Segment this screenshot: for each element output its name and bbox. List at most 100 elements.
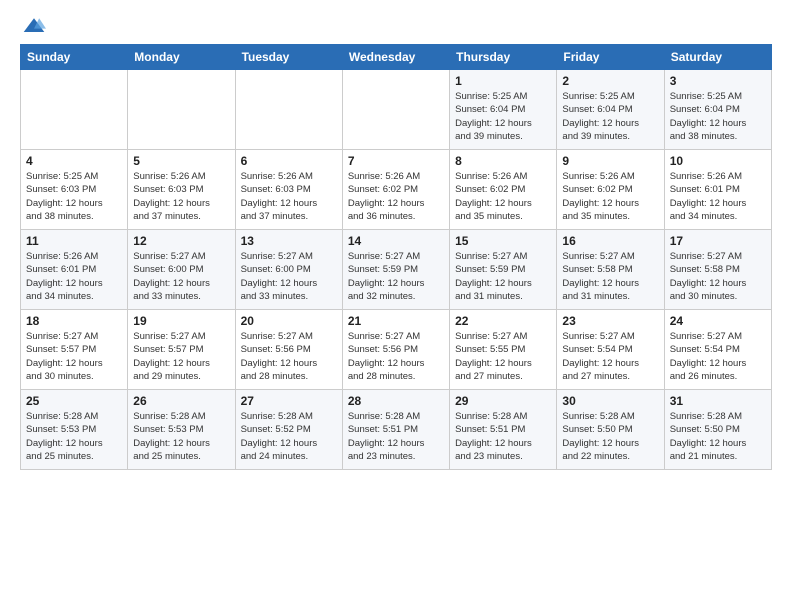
page-header <box>20 16 772 36</box>
calendar-cell: 16 Sunrise: 5:27 AM Sunset: 5:58 PM Dayli… <box>557 230 664 310</box>
calendar-cell: 3 Sunrise: 5:25 AM Sunset: 6:04 PM Daylig… <box>664 70 771 150</box>
day-info: Sunrise: 5:25 AM Sunset: 6:04 PM Dayligh… <box>562 90 658 143</box>
day-number: 17 <box>670 234 766 248</box>
day-info: Sunrise: 5:26 AM Sunset: 6:02 PM Dayligh… <box>455 170 551 223</box>
day-number: 21 <box>348 314 444 328</box>
day-number: 15 <box>455 234 551 248</box>
day-number: 7 <box>348 154 444 168</box>
calendar-week-4: 18 Sunrise: 5:27 AM Sunset: 5:57 PM Dayli… <box>21 310 772 390</box>
day-number: 30 <box>562 394 658 408</box>
column-header-thursday: Thursday <box>450 45 557 70</box>
day-info: Sunrise: 5:27 AM Sunset: 5:56 PM Dayligh… <box>348 330 444 383</box>
calendar-cell: 4 Sunrise: 5:25 AM Sunset: 6:03 PM Daylig… <box>21 150 128 230</box>
calendar-cell <box>128 70 235 150</box>
calendar-cell: 28 Sunrise: 5:28 AM Sunset: 5:51 PM Dayli… <box>342 390 449 470</box>
day-number: 8 <box>455 154 551 168</box>
day-info: Sunrise: 5:27 AM Sunset: 5:59 PM Dayligh… <box>348 250 444 303</box>
day-info: Sunrise: 5:25 AM Sunset: 6:04 PM Dayligh… <box>670 90 766 143</box>
day-info: Sunrise: 5:27 AM Sunset: 6:00 PM Dayligh… <box>241 250 337 303</box>
day-info: Sunrise: 5:28 AM Sunset: 5:51 PM Dayligh… <box>455 410 551 463</box>
calendar-cell: 12 Sunrise: 5:27 AM Sunset: 6:00 PM Dayli… <box>128 230 235 310</box>
day-number: 2 <box>562 74 658 88</box>
calendar-cell: 20Sunrise: 5:27 AM Sunset: 5:56 PM Dayli… <box>235 310 342 390</box>
calendar-cell: 18 Sunrise: 5:27 AM Sunset: 5:57 PM Dayli… <box>21 310 128 390</box>
day-number: 25 <box>26 394 122 408</box>
calendar-cell <box>342 70 449 150</box>
calendar-cell: 21 Sunrise: 5:27 AM Sunset: 5:56 PM Dayli… <box>342 310 449 390</box>
day-number: 9 <box>562 154 658 168</box>
day-number: 4 <box>26 154 122 168</box>
day-number: 22 <box>455 314 551 328</box>
day-number: 18 <box>26 314 122 328</box>
day-number: 14 <box>348 234 444 248</box>
calendar-cell: 8 Sunrise: 5:26 AM Sunset: 6:02 PM Daylig… <box>450 150 557 230</box>
day-number: 23 <box>562 314 658 328</box>
column-header-friday: Friday <box>557 45 664 70</box>
day-info: Sunrise: 5:28 AM Sunset: 5:51 PM Dayligh… <box>348 410 444 463</box>
day-number: 29 <box>455 394 551 408</box>
column-header-monday: Monday <box>128 45 235 70</box>
day-info: Sunrise: 5:25 AM Sunset: 6:04 PM Dayligh… <box>455 90 551 143</box>
day-number: 3 <box>670 74 766 88</box>
calendar-cell: 1 Sunrise: 5:25 AM Sunset: 6:04 PM Daylig… <box>450 70 557 150</box>
calendar-cell: 5 Sunrise: 5:26 AM Sunset: 6:03 PM Daylig… <box>128 150 235 230</box>
day-number: 10 <box>670 154 766 168</box>
day-info: Sunrise: 5:28 AM Sunset: 5:53 PM Dayligh… <box>26 410 122 463</box>
calendar-cell: 14 Sunrise: 5:27 AM Sunset: 5:59 PM Dayli… <box>342 230 449 310</box>
day-number: 6 <box>241 154 337 168</box>
day-info: Sunrise: 5:28 AM Sunset: 5:50 PM Dayligh… <box>562 410 658 463</box>
day-number: 12 <box>133 234 229 248</box>
calendar-header-row: SundayMondayTuesdayWednesdayThursdayFrid… <box>21 45 772 70</box>
calendar-cell: 13 Sunrise: 5:27 AM Sunset: 6:00 PM Dayli… <box>235 230 342 310</box>
day-number: 19 <box>133 314 229 328</box>
calendar-week-1: 1 Sunrise: 5:25 AM Sunset: 6:04 PM Daylig… <box>21 70 772 150</box>
day-info: Sunrise: 5:28 AM Sunset: 5:52 PM Dayligh… <box>241 410 337 463</box>
day-number: 16 <box>562 234 658 248</box>
day-info: Sunrise: 5:26 AM Sunset: 6:01 PM Dayligh… <box>670 170 766 223</box>
calendar-cell: 19Sunrise: 5:27 AM Sunset: 5:57 PM Dayli… <box>128 310 235 390</box>
day-info: Sunrise: 5:27 AM Sunset: 5:55 PM Dayligh… <box>455 330 551 383</box>
calendar-cell: 7Sunrise: 5:26 AM Sunset: 6:02 PM Daylig… <box>342 150 449 230</box>
day-info: Sunrise: 5:27 AM Sunset: 5:56 PM Dayligh… <box>241 330 337 383</box>
day-number: 11 <box>26 234 122 248</box>
calendar-cell: 30 Sunrise: 5:28 AM Sunset: 5:50 PM Dayli… <box>557 390 664 470</box>
calendar-week-3: 11 Sunrise: 5:26 AM Sunset: 6:01 PM Dayli… <box>21 230 772 310</box>
day-info: Sunrise: 5:26 AM Sunset: 6:03 PM Dayligh… <box>241 170 337 223</box>
day-info: Sunrise: 5:27 AM Sunset: 5:54 PM Dayligh… <box>562 330 658 383</box>
day-number: 28 <box>348 394 444 408</box>
calendar-cell: 25 Sunrise: 5:28 AM Sunset: 5:53 PM Dayli… <box>21 390 128 470</box>
day-info: Sunrise: 5:27 AM Sunset: 5:54 PM Dayligh… <box>670 330 766 383</box>
day-number: 5 <box>133 154 229 168</box>
calendar-cell <box>235 70 342 150</box>
calendar-cell: 6 Sunrise: 5:26 AM Sunset: 6:03 PM Daylig… <box>235 150 342 230</box>
column-header-saturday: Saturday <box>664 45 771 70</box>
calendar-cell: 23 Sunrise: 5:27 AM Sunset: 5:54 PM Dayli… <box>557 310 664 390</box>
day-info: Sunrise: 5:27 AM Sunset: 6:00 PM Dayligh… <box>133 250 229 303</box>
calendar-cell: 9Sunrise: 5:26 AM Sunset: 6:02 PM Daylig… <box>557 150 664 230</box>
calendar-cell: 17 Sunrise: 5:27 AM Sunset: 5:58 PM Dayli… <box>664 230 771 310</box>
calendar-cell: 26Sunrise: 5:28 AM Sunset: 5:53 PM Dayli… <box>128 390 235 470</box>
calendar-cell: 11 Sunrise: 5:26 AM Sunset: 6:01 PM Dayli… <box>21 230 128 310</box>
day-number: 31 <box>670 394 766 408</box>
day-info: Sunrise: 5:28 AM Sunset: 5:53 PM Dayligh… <box>133 410 229 463</box>
day-number: 24 <box>670 314 766 328</box>
day-number: 1 <box>455 74 551 88</box>
day-info: Sunrise: 5:27 AM Sunset: 5:59 PM Dayligh… <box>455 250 551 303</box>
calendar-cell: 10 Sunrise: 5:26 AM Sunset: 6:01 PM Dayli… <box>664 150 771 230</box>
column-header-wednesday: Wednesday <box>342 45 449 70</box>
day-info: Sunrise: 5:27 AM Sunset: 5:58 PM Dayligh… <box>670 250 766 303</box>
day-info: Sunrise: 5:26 AM Sunset: 6:01 PM Dayligh… <box>26 250 122 303</box>
calendar-table: SundayMondayTuesdayWednesdayThursdayFrid… <box>20 44 772 470</box>
calendar-cell: 24 Sunrise: 5:27 AM Sunset: 5:54 PM Dayli… <box>664 310 771 390</box>
calendar-cell: 27Sunrise: 5:28 AM Sunset: 5:52 PM Dayli… <box>235 390 342 470</box>
calendar-cell <box>21 70 128 150</box>
calendar-week-5: 25 Sunrise: 5:28 AM Sunset: 5:53 PM Dayli… <box>21 390 772 470</box>
calendar-week-2: 4 Sunrise: 5:25 AM Sunset: 6:03 PM Daylig… <box>21 150 772 230</box>
calendar-cell: 2 Sunrise: 5:25 AM Sunset: 6:04 PM Daylig… <box>557 70 664 150</box>
day-info: Sunrise: 5:27 AM Sunset: 5:58 PM Dayligh… <box>562 250 658 303</box>
day-info: Sunrise: 5:25 AM Sunset: 6:03 PM Dayligh… <box>26 170 122 223</box>
calendar-cell: 29 Sunrise: 5:28 AM Sunset: 5:51 PM Dayli… <box>450 390 557 470</box>
day-info: Sunrise: 5:26 AM Sunset: 6:03 PM Dayligh… <box>133 170 229 223</box>
day-number: 13 <box>241 234 337 248</box>
day-info: Sunrise: 5:27 AM Sunset: 5:57 PM Dayligh… <box>26 330 122 383</box>
